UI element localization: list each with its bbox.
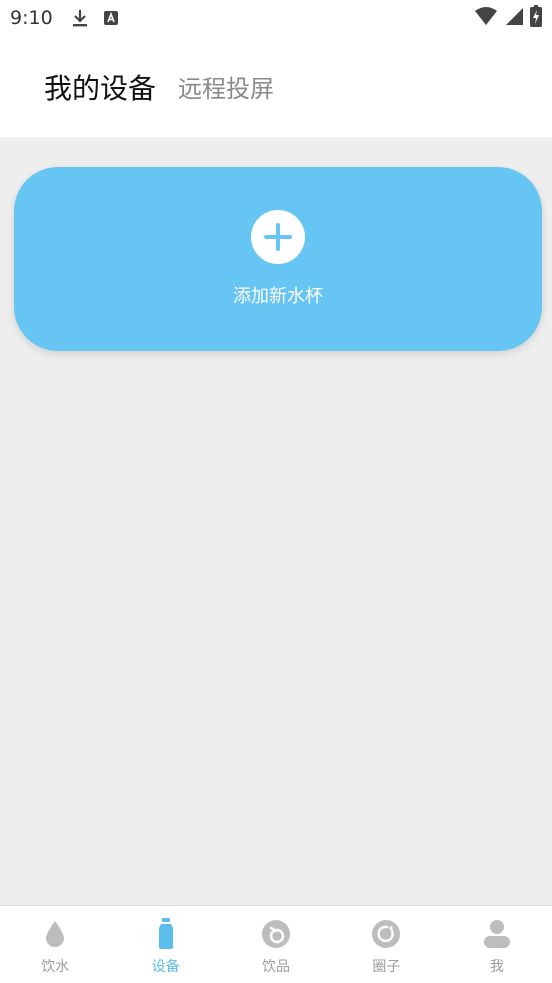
nav-item-me[interactable]: 我: [442, 906, 552, 983]
wifi-icon: [474, 6, 498, 30]
circle-icon: [370, 918, 402, 950]
person-icon: [481, 918, 513, 950]
download-icon: [71, 8, 89, 28]
drink-icon: [260, 918, 292, 950]
bottom-nav: 饮水 设备 饮品 圈子 我: [0, 905, 552, 983]
app-screen: 9:10 我的设备 远程投屏 添加新水杯 饮水 设备 饮品 圈子 我: [0, 0, 552, 983]
nav-label-drink-water: 饮水: [41, 959, 70, 975]
nav-label-me: 我: [489, 959, 504, 975]
tab-remote-cast[interactable]: 远程投屏: [178, 69, 274, 104]
nav-label-devices: 设备: [151, 959, 180, 975]
status-right: [474, 5, 542, 31]
battery-icon: [530, 5, 542, 31]
status-bar: 9:10: [0, 0, 552, 36]
nav-label-beverages: 饮品: [262, 959, 291, 975]
add-new-cup-button[interactable]: 添加新水杯: [14, 167, 542, 351]
water-drop-icon: [39, 918, 71, 950]
add-new-cup-label: 添加新水杯: [233, 286, 323, 307]
nav-item-drink-water[interactable]: 饮水: [0, 906, 110, 983]
nav-label-circle: 圈子: [372, 959, 401, 975]
plus-icon: [251, 210, 305, 264]
bottle-icon: [150, 918, 182, 950]
notification-app-icon: [103, 10, 119, 26]
nav-item-devices[interactable]: 设备: [110, 906, 220, 983]
nav-item-circle[interactable]: 圈子: [331, 906, 441, 983]
nav-item-beverages[interactable]: 饮品: [221, 906, 331, 983]
signal-icon: [504, 6, 524, 30]
header-tabs: 我的设备 远程投屏: [0, 36, 552, 137]
status-time: 9:10: [10, 7, 53, 29]
tab-my-devices[interactable]: 我的设备: [44, 67, 156, 107]
